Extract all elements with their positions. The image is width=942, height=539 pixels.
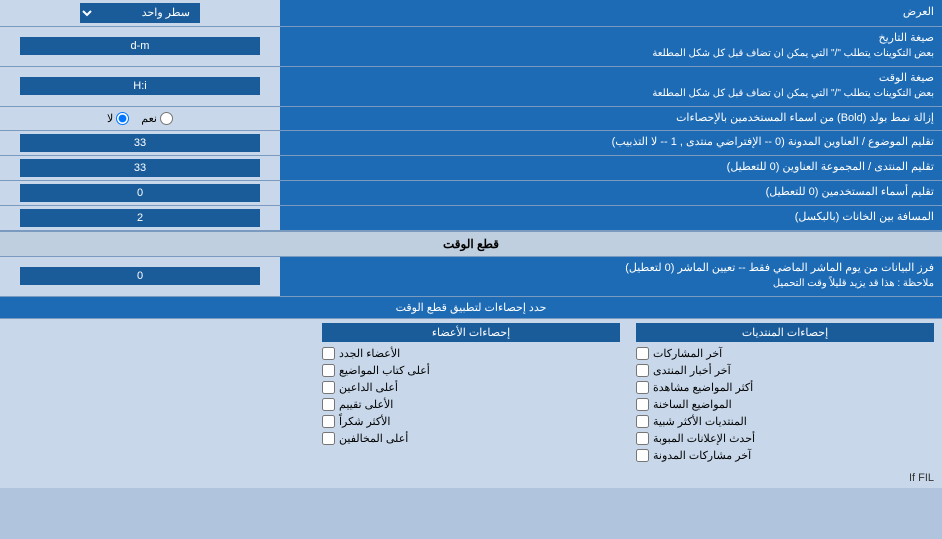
date-format-label: صيغة التاريخبعض التكوينات يتطلب "/" التي… (280, 27, 942, 66)
cutoff-row: فرز البيانات من يوم الماشر الماضي فقط --… (0, 257, 942, 297)
header-row: العرض سطر واحد (0, 0, 942, 27)
cb-item-5: المنتديات الأكثر شبية (636, 413, 934, 430)
date-format-row: صيغة التاريخبعض التكوينات يتطلب "/" التي… (0, 27, 942, 67)
cutoff-input[interactable] (20, 267, 260, 285)
cutoff-section-header: قطع الوقت (0, 231, 942, 257)
radio-yes[interactable] (160, 112, 173, 125)
user-names-input[interactable] (20, 184, 260, 202)
cutoff-apply-row: حدد إحصاءات لتطبيق قطع الوقت (0, 297, 942, 319)
footer-note: If FIL (0, 468, 942, 488)
members-stats-col: إحصاءات الأعضاء الأعضاء الجدد أعلى كتاب … (314, 319, 628, 468)
cb-m-item-2: أعلى كتاب المواضيع (322, 362, 620, 379)
cb-item-4: المواضيع الساخنة (636, 396, 934, 413)
bold-remove-row: إزالة نمط بولد (Bold) من اسماء المستخدمي… (0, 107, 942, 131)
cb-akhir-mosharkaat[interactable] (636, 347, 649, 360)
spacing-row: المسافة بين الخانات (بالبكسل) (0, 206, 942, 231)
cb-top-violators[interactable] (322, 432, 335, 445)
cb-akhir-akhbar[interactable] (636, 364, 649, 377)
date-format-input-cell (0, 27, 280, 66)
cb-akthar-mawadee3[interactable] (636, 381, 649, 394)
user-names-row: تقليم أسماء المستخدمين (0 للتعطيل) (0, 181, 942, 206)
display-label: العرض (280, 0, 942, 26)
bold-remove-radio-cell: نعم لا (0, 107, 280, 130)
cb-item-3: أكثر المواضيع مشاهدة (636, 379, 934, 396)
cb-top-writers[interactable] (322, 364, 335, 377)
user-names-input-cell (0, 181, 280, 205)
cb-akhir-madwana[interactable] (636, 449, 649, 462)
topic-title-input[interactable] (20, 134, 260, 152)
checkboxes-section: حدد إحصاءات لتطبيق قطع الوقت إحصاءات الم… (0, 297, 942, 488)
forum-title-input-cell (0, 156, 280, 180)
bold-remove-label: إزالة نمط بولد (Bold) من اسماء المستخدمي… (280, 107, 942, 130)
spacing-input-cell (0, 206, 280, 230)
time-format-input[interactable] (20, 77, 260, 95)
forum-title-row: تقليم المنتدى / المجموعة العناوين (0 للت… (0, 156, 942, 181)
cutoff-apply-label: حدد إحصاءات لتطبيق قطع الوقت (0, 297, 942, 318)
radio-no[interactable] (116, 112, 129, 125)
cb-m-item-4: الأعلى تقييم (322, 396, 620, 413)
col3-empty (0, 319, 314, 468)
checkbox-grid: إحصاءات المنتديات آخر المشاركات آخر أخبا… (0, 319, 942, 468)
topic-title-label: تقليم الموضوع / العناوين المدونة (0 -- ا… (280, 131, 942, 155)
radio-yes-label[interactable]: نعم (141, 112, 173, 125)
display-select[interactable]: سطر واحد (80, 3, 200, 23)
time-format-row: صيغة الوقتبعض التكوينات يتطلب "/" التي ي… (0, 67, 942, 107)
cutoff-input-cell (0, 257, 280, 296)
spacing-label: المسافة بين الخانات (بالبكسل) (280, 206, 942, 230)
bold-remove-radio-group: نعم لا (107, 110, 173, 127)
cutoff-label: فرز البيانات من يوم الماشر الماضي فقط --… (280, 257, 942, 296)
spacing-input[interactable] (20, 209, 260, 227)
time-format-label: صيغة الوقتبعض التكوينات يتطلب "/" التي ي… (280, 67, 942, 106)
date-format-input[interactable] (20, 37, 260, 55)
forum-title-input[interactable] (20, 159, 260, 177)
cb-most-thanked[interactable] (322, 415, 335, 428)
forum-stats-col: إحصاءات المنتديات آخر المشاركات آخر أخبا… (628, 319, 942, 468)
user-names-label: تقليم أسماء المستخدمين (0 للتعطيل) (280, 181, 942, 205)
cb-m-item-1: الأعضاء الجدد (322, 345, 620, 362)
cb-item-6: أحدث الإعلانات المبوبة (636, 430, 934, 447)
cb-m-item-6: أعلى المخالفين (322, 430, 620, 447)
forum-title-label: تقليم المنتدى / المجموعة العناوين (0 للت… (280, 156, 942, 180)
radio-no-label[interactable]: لا (107, 112, 129, 125)
cb-top-inviters[interactable] (322, 381, 335, 394)
cb-mawadee3-sakhina[interactable] (636, 398, 649, 411)
cb-montadayaat-akthar[interactable] (636, 415, 649, 428)
cb-ahdath-e3lanat[interactable] (636, 432, 649, 445)
cb-item-2: آخر أخبار المنتدى (636, 362, 934, 379)
members-stats-header: إحصاءات الأعضاء (322, 323, 620, 342)
cb-item-7: آخر مشاركات المدونة (636, 447, 934, 464)
cb-top-rated[interactable] (322, 398, 335, 411)
cb-item-1: آخر المشاركات (636, 345, 934, 362)
forum-stats-header: إحصاءات المنتديات (636, 323, 934, 342)
main-container: العرض سطر واحد صيغة التاريخبعض التكوينات… (0, 0, 942, 488)
header-input-cell: سطر واحد (0, 0, 280, 26)
topic-title-input-cell (0, 131, 280, 155)
topic-title-row: تقليم الموضوع / العناوين المدونة (0 -- ا… (0, 131, 942, 156)
time-format-input-cell (0, 67, 280, 106)
cb-new-members[interactable] (322, 347, 335, 360)
cb-m-item-5: الأكثر شكراً (322, 413, 620, 430)
cb-m-item-3: أعلى الداعين (322, 379, 620, 396)
